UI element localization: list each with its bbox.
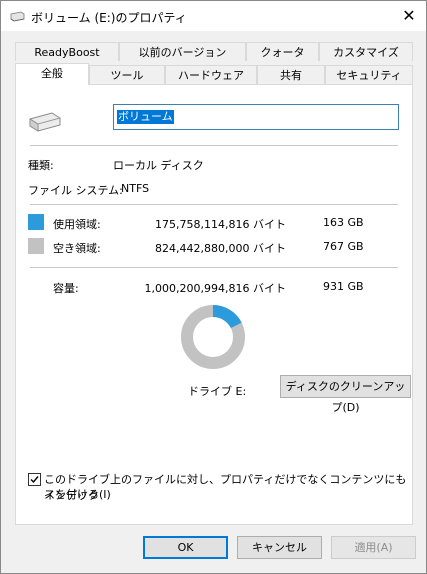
free-space-label: 空き領域: <box>53 242 101 255</box>
volume-name-input[interactable]: ボリューム <box>113 104 399 130</box>
free-space-swatch <box>28 238 44 254</box>
type-value: ローカル ディスク <box>113 159 204 172</box>
tab-sharing[interactable]: 共有 <box>257 65 325 84</box>
drive-large-icon <box>29 112 61 132</box>
used-space-swatch <box>28 214 44 230</box>
capacity-label: 容量: <box>53 282 79 295</box>
tab-customize[interactable]: カスタマイズ <box>319 42 413 61</box>
window-title: ボリューム (E:)のプロパティ <box>31 11 187 25</box>
capacity-size: 931 GB <box>323 280 364 293</box>
separator <box>30 267 398 268</box>
used-space-size: 163 GB <box>323 216 364 229</box>
volume-name-text: ボリューム <box>117 110 174 124</box>
free-space-bytes: 824,442,880,000 バイト <box>155 242 286 255</box>
tab-tools[interactable]: ツール <box>89 65 165 84</box>
general-panel: ボリューム 種類: ローカル ディスク ファイル システム: NTFS 使用領域… <box>15 84 413 525</box>
apply-button[interactable]: 適用(A) <box>331 536 416 559</box>
close-icon: ✕ <box>402 6 416 25</box>
tab-previous-versions[interactable]: 以前のバージョン <box>119 42 246 61</box>
type-label: 種類: <box>28 159 54 172</box>
separator <box>30 204 398 205</box>
donut-used-arc <box>212 305 242 329</box>
index-checkbox-label-line2: スを付ける(I) <box>44 488 111 501</box>
separator <box>30 145 398 146</box>
file-system-value: NTFS <box>121 182 150 195</box>
checkmark-icon <box>30 476 39 484</box>
close-button[interactable]: ✕ <box>398 5 420 27</box>
drive-icon <box>10 11 25 22</box>
title-bar: ボリューム (E:)のプロパティ ✕ <box>1 1 426 31</box>
capacity-bytes: 1,000,200,994,816 バイト <box>144 282 286 295</box>
tab-quota[interactable]: クォータ <box>246 42 319 61</box>
properties-dialog: ボリューム (E:)のプロパティ ✕ ReadyBoost 以前のバージョン ク… <box>0 0 427 574</box>
used-space-bytes: 175,758,114,816 バイト <box>155 218 286 231</box>
ok-button[interactable]: OK <box>143 536 228 559</box>
disk-cleanup-button[interactable]: ディスクのクリーンアップ(D) <box>280 375 411 414</box>
usage-donut-chart <box>181 305 245 369</box>
index-checkbox[interactable] <box>28 473 41 486</box>
tab-general[interactable]: 全般 <box>15 63 89 85</box>
drive-letter-label: ドライブ E: <box>188 385 247 398</box>
tab-hardware[interactable]: ハードウェア <box>165 65 257 84</box>
free-space-size: 767 GB <box>323 240 364 253</box>
file-system-label: ファイル システム: <box>28 184 123 197</box>
used-space-label: 使用領域: <box>53 218 101 231</box>
tab-security[interactable]: セキュリティ <box>325 65 413 84</box>
tab-readyboost[interactable]: ReadyBoost <box>15 42 119 61</box>
cancel-button[interactable]: キャンセル <box>237 536 322 559</box>
